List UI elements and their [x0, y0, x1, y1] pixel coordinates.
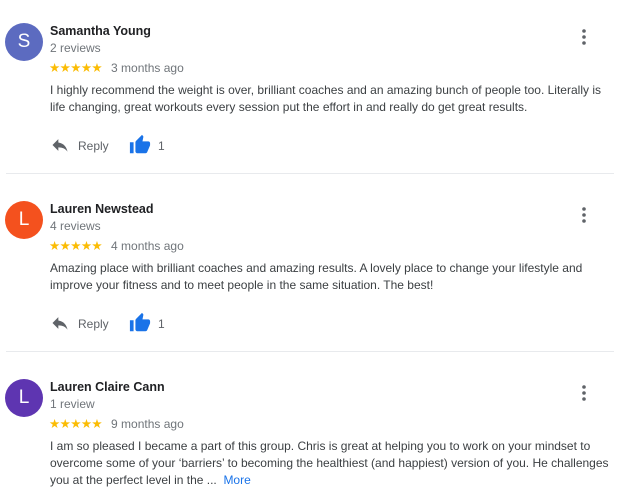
reviewer-name[interactable]: Lauren Claire Cann: [50, 380, 165, 394]
avatar[interactable]: L: [5, 379, 43, 417]
review-count: 4 reviews: [50, 219, 101, 233]
review-text: I highly recommend the weight is over, b…: [50, 83, 601, 115]
review-text: Amazing place with brilliant coaches and…: [50, 261, 583, 293]
like-count: 1: [158, 317, 165, 331]
more-link[interactable]: More: [223, 473, 250, 487]
avatar[interactable]: S: [5, 23, 43, 61]
review-date: 9 months ago: [111, 417, 184, 431]
reply-button[interactable]: Reply: [78, 139, 109, 153]
review-date: 3 months ago: [111, 61, 184, 75]
review-actions: Reply 1: [50, 312, 250, 336]
review-date: 4 months ago: [111, 239, 184, 253]
review-count: 1 review: [50, 397, 95, 411]
reviewer-name[interactable]: Lauren Newstead: [50, 202, 154, 216]
thumbs-up-icon[interactable]: [129, 312, 151, 339]
reply-icon[interactable]: [50, 313, 70, 338]
avatar[interactable]: L: [5, 201, 43, 239]
more-options-icon[interactable]: [574, 27, 594, 47]
rating-row: ★★★★★ 4 months ago: [49, 239, 184, 253]
divider: [6, 173, 614, 174]
reviewer-name[interactable]: Samantha Young: [50, 24, 151, 38]
star-rating: ★★★★★: [49, 239, 103, 253]
more-options-icon[interactable]: [574, 205, 594, 225]
divider: [6, 351, 614, 352]
thumbs-up-icon[interactable]: [129, 134, 151, 161]
star-rating: ★★★★★: [49, 61, 103, 75]
more-options-icon[interactable]: [574, 383, 594, 403]
review-count: 2 reviews: [50, 41, 101, 55]
review-actions: Reply 1: [50, 134, 250, 158]
reply-icon[interactable]: [50, 135, 70, 160]
rating-row: ★★★★★ 9 months ago: [49, 417, 184, 431]
like-count: 1: [158, 139, 165, 153]
review-text: I am so pleased I became a part of this …: [50, 439, 609, 488]
review-text-container: I am so pleased I became a part of this …: [50, 438, 616, 490]
reply-button[interactable]: Reply: [78, 317, 109, 331]
rating-row: ★★★★★ 3 months ago: [49, 61, 184, 75]
star-rating: ★★★★★: [49, 417, 103, 431]
